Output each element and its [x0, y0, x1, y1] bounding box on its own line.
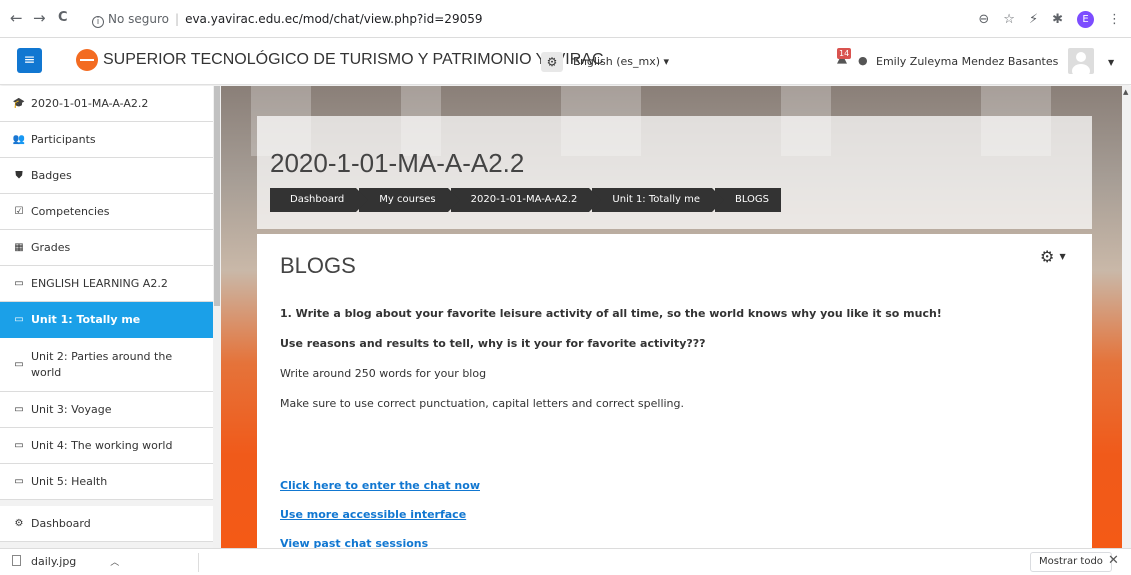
course-nav-drawer: 🎓 2020-1-01-MA-A-A2.2 👥 Participants ⛊ B…: [0, 86, 213, 548]
kebab-menu-icon[interactable]: ⋮: [1108, 12, 1121, 27]
intro-paragraph-3: Write around 250 words for your blog: [280, 367, 487, 380]
close-icon[interactable]: ✕: [1108, 553, 1119, 568]
folder-icon: ▭: [14, 476, 24, 487]
sidebar-item-label: Competencies: [31, 205, 110, 218]
scroll-up-arrow-icon[interactable]: ▲: [1123, 88, 1128, 96]
puzzle-icon[interactable]: ✱: [1052, 12, 1063, 27]
reload-button[interactable]: C: [58, 9, 68, 27]
breadcrumb-unit[interactable]: Unit 1: Totally me: [592, 188, 724, 212]
language-selector[interactable]: English (es_mx) ▾: [573, 55, 669, 68]
caret-down-icon: ▼: [1059, 252, 1066, 261]
folder-icon: ▭: [14, 278, 24, 289]
folder-icon: ▭: [14, 359, 24, 370]
sidebar-item-course-home[interactable]: 🎓 2020-1-01-MA-A-A2.2: [0, 86, 213, 122]
zoom-icon[interactable]: ⊖: [978, 12, 989, 27]
menu-toggle-button[interactable]: ≡: [17, 48, 42, 73]
sidebar-item-unit-2[interactable]: ▭ Unit 2: Parties around the world: [0, 338, 213, 392]
main-content-card: [257, 234, 1092, 548]
sidebar-item-dashboard[interactable]: ⚙ Dashboard: [0, 506, 213, 542]
gear-icon: ⚙: [1040, 247, 1055, 266]
download-item[interactable]: daily.jpg ︿: [12, 555, 119, 568]
sidebar-item-unit-5[interactable]: ▭ Unit 5: Health: [0, 464, 213, 500]
folder-icon: ▭: [14, 314, 24, 325]
past-sessions-link[interactable]: View past chat sessions: [280, 537, 428, 548]
file-icon: [12, 555, 21, 566]
activity-settings-menu[interactable]: ⚙ ▼: [1040, 247, 1066, 266]
sidebar-item-unit-3[interactable]: ▭ Unit 3: Voyage: [0, 392, 213, 428]
url-text[interactable]: eva.yavirac.edu.ec/mod/chat/view.php?id=…: [185, 12, 482, 26]
extension-icon[interactable]: ⚡: [1029, 12, 1038, 27]
browser-actions: ⊖ ☆ ⚡ ✱ E ⋮: [978, 9, 1121, 29]
sidebar-item-label: Dashboard: [31, 517, 91, 530]
sidebar-item-grades[interactable]: ▦ Grades: [0, 230, 213, 266]
breadcrumb-my-courses[interactable]: My courses: [359, 188, 461, 212]
breadcrumb-course[interactable]: 2020-1-01-MA-A-A2.2: [450, 188, 602, 212]
settings-cog-icon[interactable]: ⚙: [541, 52, 563, 72]
sidebar-item-label: 2020-1-01-MA-A-A2.2: [31, 97, 149, 110]
breadcrumb-blogs[interactable]: BLOGS: [714, 188, 782, 212]
page-title: 2020-1-01-MA-A-A2.2: [270, 148, 525, 178]
graduation-cap-icon: 🎓: [12, 98, 26, 109]
site-logo[interactable]: [76, 49, 98, 71]
site-name-link[interactable]: SUPERIOR TECNOLÓGICO DE TURISMO Y PATRIM…: [103, 51, 604, 69]
user-name[interactable]: Emily Zuleyma Mendez Basantes: [876, 55, 1058, 68]
check-square-icon: ☑: [14, 206, 24, 217]
activity-heading: BLOGS: [280, 253, 356, 278]
sidebar-item-label: ENGLISH LEARNING A2.2: [31, 277, 168, 290]
sidebar-item-label: Unit 5: Health: [31, 475, 108, 488]
accessible-interface-link[interactable]: Use more accessible interface: [280, 508, 466, 521]
dashboard-icon: ⚙: [14, 518, 24, 529]
notifications-bell[interactable]: ▲ 14: [837, 48, 852, 67]
security-label: No seguro: [108, 12, 170, 26]
breadcrumb-dashboard[interactable]: Dashboard: [270, 188, 369, 212]
back-button[interactable]: ←: [10, 9, 23, 27]
sidebar-item-label: Badges: [31, 169, 72, 182]
sidebar-item-label: Unit 4: The working world: [31, 439, 173, 452]
sidebar-item-unit-1[interactable]: ▭ Unit 1: Totally me: [0, 302, 213, 338]
sidebar-scroll-thumb[interactable]: [214, 86, 220, 306]
sidebar-item-unit-4[interactable]: ▭ Unit 4: The working world: [0, 428, 213, 464]
sidebar-item-competencies[interactable]: ☑ Competencies: [0, 194, 213, 230]
intro-paragraph-1: 1. Write a blog about your favorite leis…: [280, 307, 942, 320]
messages-icon[interactable]: ●: [858, 54, 868, 67]
show-all-downloads-button[interactable]: Mostrar todo: [1030, 552, 1112, 572]
site-navbar: ≡ SUPERIOR TECNOLÓGICO DE TURISMO Y PATR…: [0, 38, 1131, 85]
download-shelf: daily.jpg ︿ Mostrar todo ✕: [0, 548, 1131, 575]
page-scrollbar[interactable]: ▲: [1122, 86, 1131, 548]
shield-icon: ⛊: [15, 170, 23, 181]
sidebar-item-label: Unit 3: Voyage: [31, 403, 112, 416]
profile-avatar[interactable]: E: [1077, 10, 1094, 28]
sidebar-scrollbar[interactable]: [213, 86, 221, 548]
intro-paragraph-4: Make sure to use correct punctuation, ca…: [280, 397, 685, 410]
sidebar-item-label: Unit 1: Totally me: [31, 313, 141, 326]
bookmark-star-icon[interactable]: ☆: [1003, 12, 1015, 27]
notification-count-badge: 14: [837, 48, 852, 59]
sidebar-item-english-learning[interactable]: ▭ ENGLISH LEARNING A2.2: [0, 266, 213, 302]
download-divider: [198, 553, 199, 572]
user-menu-chevron-icon[interactable]: ▼: [1108, 58, 1114, 67]
users-icon: 👥: [12, 134, 26, 145]
chevron-up-icon[interactable]: ︿: [110, 558, 119, 568]
omnibox-separator: |: [175, 12, 180, 26]
sidebar-item-label: Participants: [31, 133, 96, 146]
intro-paragraph-2: Use reasons and results to tell, why is …: [280, 337, 706, 350]
download-file-name: daily.jpg: [31, 555, 77, 568]
folder-icon: ▭: [14, 404, 24, 415]
browser-toolbar: ← → C i No seguro | eva.yavirac.edu.ec/mod/…: [0, 0, 1131, 38]
table-icon: ▦: [14, 242, 24, 253]
info-icon[interactable]: i: [92, 16, 104, 28]
sidebar-item-participants[interactable]: 👥 Participants: [0, 122, 213, 158]
enter-chat-link[interactable]: Click here to enter the chat now: [280, 479, 480, 492]
avatar[interactable]: [1068, 48, 1094, 74]
sidebar-item-label: Unit 2: Parties around the world: [31, 349, 173, 379]
sidebar-item-badges[interactable]: ⛊ Badges: [0, 158, 213, 194]
sidebar-item-label: Grades: [31, 241, 71, 254]
address-bar[interactable]: i No seguro | eva.yavirac.edu.ec/mod/chat/v…: [92, 8, 482, 30]
breadcrumb: Dashboard My courses 2020-1-01-MA-A-A2.2…: [270, 188, 784, 212]
forward-button[interactable]: →: [33, 9, 46, 27]
folder-icon: ▭: [14, 440, 24, 451]
